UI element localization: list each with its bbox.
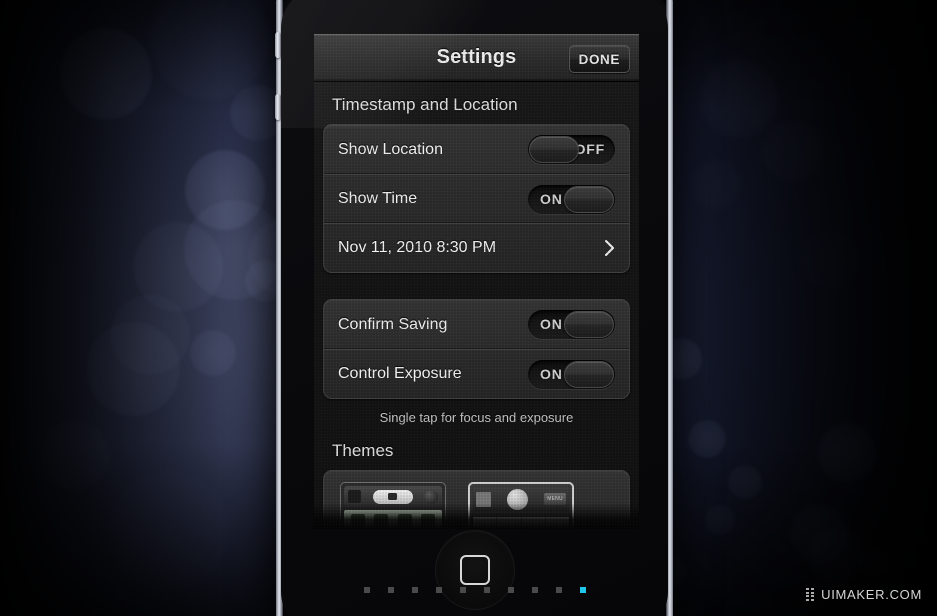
watermark: UIMAKER.COM bbox=[806, 587, 922, 602]
switch-state-label: OFF bbox=[574, 141, 605, 157]
uimaker-dots-logo-icon bbox=[806, 588, 815, 601]
theme-a-square-icon bbox=[348, 490, 361, 503]
switch-state-label: ON bbox=[540, 190, 563, 207]
phone-face: Settings DONE Timestamp and Location Sho… bbox=[281, 0, 668, 616]
settings-group-capture: Confirm Saving ON Control Exposure ON bbox=[323, 299, 630, 399]
chevron-right-icon bbox=[605, 240, 614, 256]
row-timestamp-value[interactable]: Nov 11, 2010 8:30 PM bbox=[324, 222, 629, 272]
row-label: Nov 11, 2010 8:30 PM bbox=[338, 239, 497, 256]
watermark-text: UIMAKER.COM bbox=[821, 587, 922, 602]
switch-knob bbox=[564, 185, 614, 213]
theme-a-dial-icon bbox=[424, 489, 438, 504]
switch-knob bbox=[529, 136, 579, 163]
page-dot[interactable] bbox=[363, 587, 370, 593]
screen-bottom-fade bbox=[314, 503, 639, 529]
row-label: Show Time bbox=[338, 190, 418, 207]
screenshot-stage: Settings DONE Timestamp and Location Sho… bbox=[0, 0, 937, 616]
page-indicator-dots bbox=[363, 587, 586, 593]
home-button[interactable] bbox=[434, 530, 515, 610]
row-show-time[interactable]: Show Time ON bbox=[324, 173, 629, 223]
page-dot[interactable] bbox=[531, 587, 538, 593]
row-confirm-saving[interactable]: Confirm Saving ON bbox=[324, 300, 629, 349]
page-dot[interactable] bbox=[555, 587, 562, 593]
page-dot-active[interactable] bbox=[579, 587, 586, 593]
section-header-themes: Themes bbox=[332, 441, 394, 460]
theme-a-shutter-button-icon bbox=[372, 489, 413, 504]
phone-device: Settings DONE Timestamp and Location Sho… bbox=[275, 0, 673, 616]
row-label: Show Location bbox=[338, 140, 443, 158]
row-control-exposure[interactable]: Control Exposure ON bbox=[324, 348, 629, 398]
home-square-icon bbox=[459, 555, 490, 585]
page-dot[interactable] bbox=[459, 587, 466, 593]
page-dot[interactable] bbox=[435, 587, 442, 593]
page-dot[interactable] bbox=[507, 587, 514, 593]
switch-knob bbox=[564, 360, 614, 388]
done-button[interactable]: DONE bbox=[568, 45, 630, 73]
switch-show-location[interactable]: OFF bbox=[528, 135, 615, 164]
page-dot[interactable] bbox=[483, 587, 490, 593]
switch-state-label: ON bbox=[540, 365, 563, 382]
camera-icon bbox=[388, 493, 397, 500]
page-title: Settings bbox=[436, 46, 517, 68]
switch-knob bbox=[564, 311, 614, 338]
settings-group-timestamp: Show Location OFF Show Time ON Nov 11, 2… bbox=[323, 124, 630, 273]
row-label: Control Exposure bbox=[338, 365, 462, 382]
switch-state-label: ON bbox=[540, 316, 563, 332]
section-header-timestamp: Timestamp and Location bbox=[332, 95, 518, 114]
switch-confirm-saving[interactable]: ON bbox=[528, 310, 615, 339]
switch-show-time[interactable]: ON bbox=[528, 184, 615, 214]
group-footnote: Single tap for focus and exposure bbox=[379, 410, 574, 425]
navigation-bar: Settings DONE bbox=[314, 34, 639, 82]
phone-screen: Settings DONE Timestamp and Location Sho… bbox=[314, 34, 639, 529]
row-show-location[interactable]: Show Location OFF bbox=[324, 125, 629, 174]
done-button-label: DONE bbox=[578, 51, 620, 67]
row-label: Confirm Saving bbox=[338, 315, 448, 333]
settings-content: Timestamp and Location Show Location OFF… bbox=[314, 81, 639, 529]
page-dot[interactable] bbox=[387, 587, 394, 593]
switch-control-exposure[interactable]: ON bbox=[528, 359, 615, 389]
page-dot[interactable] bbox=[411, 587, 418, 593]
